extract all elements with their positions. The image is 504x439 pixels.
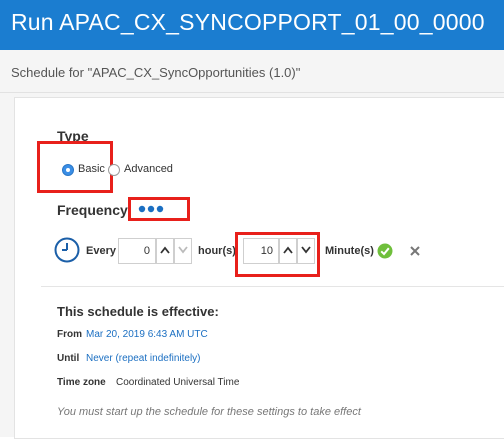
title-bar: Run APAC_CX_SYNCOPPORT_01_00_0000 (0, 0, 504, 50)
hours-increment-button[interactable] (156, 238, 174, 264)
schedule-subtitle: Schedule for "APAC_CX_SyncOpportunities … (11, 65, 301, 80)
chevron-down-icon (301, 246, 311, 254)
timezone-label: Time zone (57, 377, 106, 388)
minutes-input[interactable]: 10 (243, 238, 279, 264)
advanced-radio-label[interactable]: Advanced (124, 163, 173, 175)
page-title: Run APAC_CX_SYNCOPPORT_01_00_0000 (11, 9, 485, 35)
hours-input[interactable]: 0 (118, 238, 156, 264)
section-divider (41, 286, 504, 287)
from-label: From (57, 329, 82, 340)
subtitle-bar: Schedule for "APAC_CX_SyncOpportunities … (0, 50, 504, 93)
chevron-up-icon (283, 246, 293, 254)
clock-icon (54, 237, 80, 263)
frequency-heading: Frequency (57, 202, 128, 218)
minutes-unit-label: Minute(s) (325, 245, 374, 257)
chevron-up-icon (160, 246, 170, 254)
hours-unit-label: hour(s) (198, 245, 236, 257)
schedule-panel: Type Basic Advanced Frequency Every 0 ho… (14, 97, 504, 439)
ellipsis-icon[interactable] (138, 204, 166, 214)
basic-radio[interactable] (62, 164, 74, 176)
every-label: Every (86, 245, 116, 257)
effective-note: You must start up the schedule for these… (57, 406, 361, 418)
close-icon[interactable] (409, 245, 421, 257)
chevron-down-icon (178, 246, 188, 254)
advanced-radio[interactable] (108, 164, 120, 176)
basic-radio-label[interactable]: Basic (78, 163, 105, 175)
minutes-decrement-button[interactable] (297, 238, 315, 264)
from-value-link[interactable]: Mar 20, 2019 6:43 AM UTC (86, 329, 208, 340)
until-value-link[interactable]: Never (repeat indefinitely) (86, 353, 201, 364)
hours-decrement-button[interactable] (174, 238, 192, 264)
check-icon[interactable] (377, 243, 393, 259)
until-label: Until (57, 353, 80, 364)
minutes-increment-button[interactable] (279, 238, 297, 264)
timezone-value: Coordinated Universal Time (116, 377, 240, 388)
effective-heading: This schedule is effective: (57, 304, 219, 319)
